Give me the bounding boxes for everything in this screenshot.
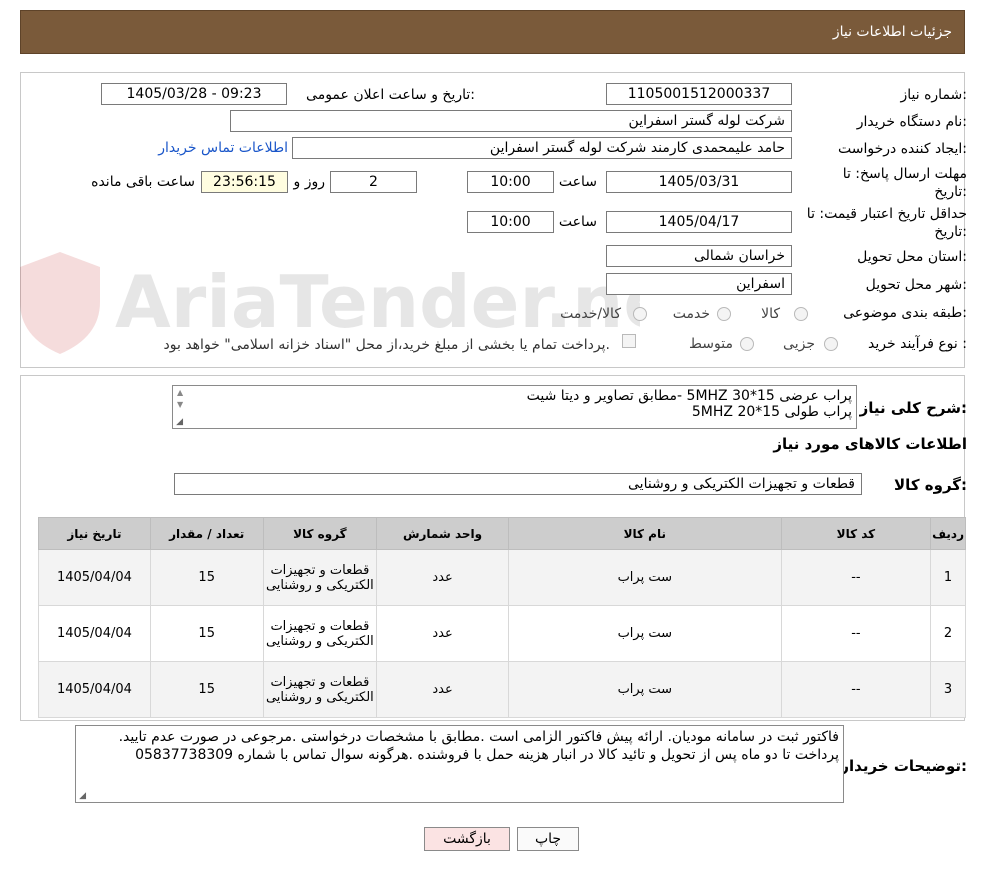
price-validity-time-label: ساعت bbox=[558, 214, 597, 230]
buyer-org-field: شرکت لوله گستر اسفراین bbox=[230, 110, 792, 132]
cell-row-number: 1 bbox=[930, 549, 966, 606]
price-validity-time-field: 10:00 bbox=[467, 211, 554, 233]
cell-code: -- bbox=[780, 661, 932, 718]
process-option-partial: جزیی bbox=[783, 336, 815, 352]
cell-date: 1405/04/04 bbox=[38, 661, 151, 718]
category-option-service: خدمت bbox=[672, 306, 710, 322]
page-header: جزئیات اطلاعات نیاز bbox=[20, 10, 965, 54]
category-radio-service[interactable] bbox=[717, 307, 731, 321]
payment-checkbox[interactable] bbox=[622, 334, 636, 348]
province-label: استان محل تحویل: bbox=[857, 249, 967, 265]
description-line-1: پراب عرضی 15*30 5MHZ -مطابق تصاویر و دیت… bbox=[526, 388, 852, 404]
cell-qty: 15 bbox=[149, 605, 264, 662]
group-label: گروه کالا: bbox=[894, 476, 967, 494]
process-radio-partial[interactable] bbox=[824, 337, 838, 351]
table-row: 3 -- ست پراب عدد قطعات و تجهیزات الکتریک… bbox=[38, 661, 966, 718]
price-validity-label-date: تاریخ: bbox=[934, 224, 967, 240]
resize-handle-icon[interactable]: ◢ bbox=[78, 792, 86, 801]
reply-deadline-label: مهلت ارسال پاسخ: تا bbox=[842, 166, 967, 182]
buyer-notes-label: توضیحات خریدار: bbox=[840, 757, 967, 775]
remaining-time-field: 23:56:15 bbox=[201, 171, 288, 193]
buyer-contact-link[interactable]: اطلاعات تماس خریدار bbox=[158, 140, 288, 156]
creator-field: حامد علیمحمدی کارمند شرکت لوله گستر اسفر… bbox=[292, 137, 792, 159]
cell-date: 1405/04/04 bbox=[38, 549, 151, 606]
days-field: 2 bbox=[330, 171, 417, 193]
col-header-date: تاریخ نیاز bbox=[38, 517, 151, 550]
resize-handle-icon[interactable]: ◢ bbox=[175, 418, 183, 427]
scroll-up-icon[interactable]: ▲ bbox=[177, 388, 183, 397]
description-textarea[interactable]: پراب عرضی 15*30 5MHZ -مطابق تصاویر و دیت… bbox=[172, 385, 857, 429]
col-header-row: ردیف bbox=[930, 517, 966, 550]
description-label: شرح کلی نیاز: bbox=[859, 399, 967, 417]
buyer-notes-textarea[interactable]: فاکتور ثبت در سامانه مودیان. ارائه پیش ف… bbox=[75, 725, 844, 803]
category-radio-goods[interactable] bbox=[794, 307, 808, 321]
creator-label: ایجاد کننده درخواست: bbox=[838, 141, 967, 157]
col-header-group: گروه کالا bbox=[262, 517, 378, 550]
items-section-title: اطلاعات کالاهای مورد نیاز bbox=[773, 435, 967, 453]
category-label: طبقه بندی موضوعی: bbox=[843, 305, 967, 321]
items-table: ردیف کد کالا نام کالا واحد شمارش گروه کا… bbox=[38, 517, 966, 718]
page-title: جزئیات اطلاعات نیاز bbox=[832, 24, 952, 40]
group-field: قطعات و تجهیزات الکتریکی و روشنایی bbox=[174, 473, 862, 495]
cell-code: -- bbox=[780, 549, 932, 606]
buyer-notes-line-1: فاکتور ثبت در سامانه مودیان. ارائه پیش ف… bbox=[118, 729, 839, 745]
cell-name: ست پراب bbox=[507, 605, 782, 662]
price-validity-date-field: 1405/04/17 bbox=[606, 211, 792, 233]
reply-date-field: 1405/03/31 bbox=[606, 171, 792, 193]
buyer-notes-line-2: پرداخت تا دو ماه پس از تحویل و تائید کال… bbox=[135, 747, 839, 763]
city-field: اسفراین bbox=[606, 273, 792, 295]
table-header-row: ردیف کد کالا نام کالا واحد شمارش گروه کا… bbox=[38, 517, 966, 550]
cell-unit: عدد bbox=[376, 661, 509, 718]
price-validity-label: حداقل تاریخ اعتبار قیمت: تا bbox=[806, 206, 967, 222]
process-label: نوع فرآیند خرید : bbox=[868, 336, 967, 352]
city-label: شهر محل تحویل: bbox=[865, 277, 967, 293]
province-field: خراسان شمالی bbox=[606, 245, 792, 267]
process-radio-medium[interactable] bbox=[740, 337, 754, 351]
announce-label: تاریخ و ساعت اعلان عمومی: bbox=[306, 87, 475, 103]
need-number-field: 1105001512000337 bbox=[606, 83, 792, 105]
col-header-unit: واحد شمارش bbox=[376, 517, 509, 550]
category-radio-both[interactable] bbox=[633, 307, 647, 321]
cell-unit: عدد bbox=[376, 605, 509, 662]
cell-unit: عدد bbox=[376, 549, 509, 606]
reply-time-field: 10:00 bbox=[467, 171, 554, 193]
table-row: 2 -- ست پراب عدد قطعات و تجهیزات الکتریک… bbox=[38, 605, 966, 662]
need-number-label: شماره نیاز: bbox=[900, 87, 967, 103]
cell-code: -- bbox=[780, 605, 932, 662]
announce-field: 1405/03/28 - 09:23 bbox=[101, 83, 287, 105]
cell-group: قطعات و تجهیزات الکتریکی و روشنایی bbox=[262, 661, 378, 718]
cell-row-number: 2 bbox=[930, 605, 966, 662]
cell-name: ست پراب bbox=[507, 549, 782, 606]
scroll-down-icon[interactable]: ▼ bbox=[177, 400, 183, 409]
category-option-both: کالا/خدمت bbox=[560, 306, 621, 322]
col-header-code: کد کالا bbox=[780, 517, 932, 550]
col-header-qty: تعداد / مقدار bbox=[149, 517, 264, 550]
reply-time-label: ساعت bbox=[558, 174, 597, 190]
days-label: روز و bbox=[293, 174, 326, 190]
process-option-medium: متوسط bbox=[689, 336, 733, 352]
cell-qty: 15 bbox=[149, 661, 264, 718]
cell-qty: 15 bbox=[149, 549, 264, 606]
back-button[interactable]: بازگشت bbox=[424, 827, 510, 851]
cell-name: ست پراب bbox=[507, 661, 782, 718]
payment-note: پرداخت تمام یا بخشی از مبلغ خرید،از محل … bbox=[163, 337, 610, 353]
print-button[interactable]: چاپ bbox=[517, 827, 579, 851]
buyer-org-label: نام دستگاه خریدار: bbox=[856, 114, 967, 130]
cell-group: قطعات و تجهیزات الکتریکی و روشنایی bbox=[262, 605, 378, 662]
cell-date: 1405/04/04 bbox=[38, 605, 151, 662]
cell-group: قطعات و تجهیزات الکتریکی و روشنایی bbox=[262, 549, 378, 606]
category-option-goods: کالا bbox=[761, 306, 780, 322]
watermark-text: AriaTender.neT bbox=[115, 260, 640, 344]
cell-row-number: 3 bbox=[930, 661, 966, 718]
reply-deadline-label-date: تاریخ: bbox=[934, 184, 967, 200]
table-row: 1 -- ست پراب عدد قطعات و تجهیزات الکتریک… bbox=[38, 549, 966, 606]
col-header-name: نام کالا bbox=[507, 517, 782, 550]
remaining-label: ساعت باقی مانده bbox=[91, 174, 195, 190]
description-line-2: پراب طولی 15*20 5MHZ bbox=[691, 404, 852, 420]
